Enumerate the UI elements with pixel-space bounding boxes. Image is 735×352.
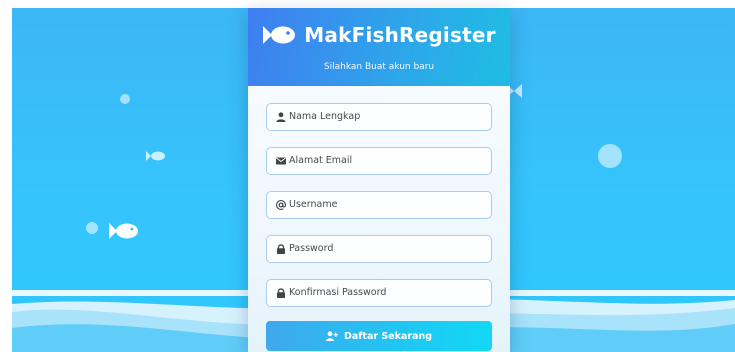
email-input[interactable] bbox=[289, 148, 489, 173]
card-header: MakFishRegister Silahkan Buat akun baru bbox=[248, 8, 510, 86]
bubble bbox=[86, 222, 98, 234]
brand: MakFishRegister bbox=[248, 8, 510, 52]
bubble bbox=[598, 144, 622, 168]
at-icon bbox=[276, 200, 286, 210]
page-subtitle: Silahkan Buat akun baru bbox=[323, 62, 435, 72]
username-input[interactable] bbox=[289, 192, 489, 217]
password-input[interactable] bbox=[289, 236, 489, 261]
password-field[interactable] bbox=[266, 235, 492, 263]
confirm-password-field[interactable] bbox=[266, 279, 492, 307]
full-name-field[interactable] bbox=[266, 103, 492, 131]
bubble bbox=[120, 94, 130, 104]
fish-icon bbox=[109, 223, 138, 239]
register-button-label: Daftar Sekarang bbox=[343, 330, 433, 342]
fish-icon bbox=[146, 151, 165, 161]
register-card: MakFishRegister Silahkan Buat akun baru bbox=[248, 8, 510, 352]
envelope-icon bbox=[276, 157, 286, 165]
register-form: Daftar Sekarang bbox=[248, 86, 510, 351]
lock-icon bbox=[277, 244, 285, 254]
user-plus-icon bbox=[325, 331, 338, 341]
brand-title: MakFishRegister bbox=[304, 23, 496, 47]
lock-icon bbox=[277, 288, 285, 298]
user-icon bbox=[276, 112, 286, 122]
email-field[interactable] bbox=[266, 147, 492, 175]
username-field[interactable] bbox=[266, 191, 492, 219]
fish-icon bbox=[263, 26, 296, 44]
full-name-input[interactable] bbox=[289, 104, 489, 129]
register-button[interactable]: Daftar Sekarang bbox=[266, 321, 492, 351]
confirm-password-input[interactable] bbox=[289, 280, 489, 305]
